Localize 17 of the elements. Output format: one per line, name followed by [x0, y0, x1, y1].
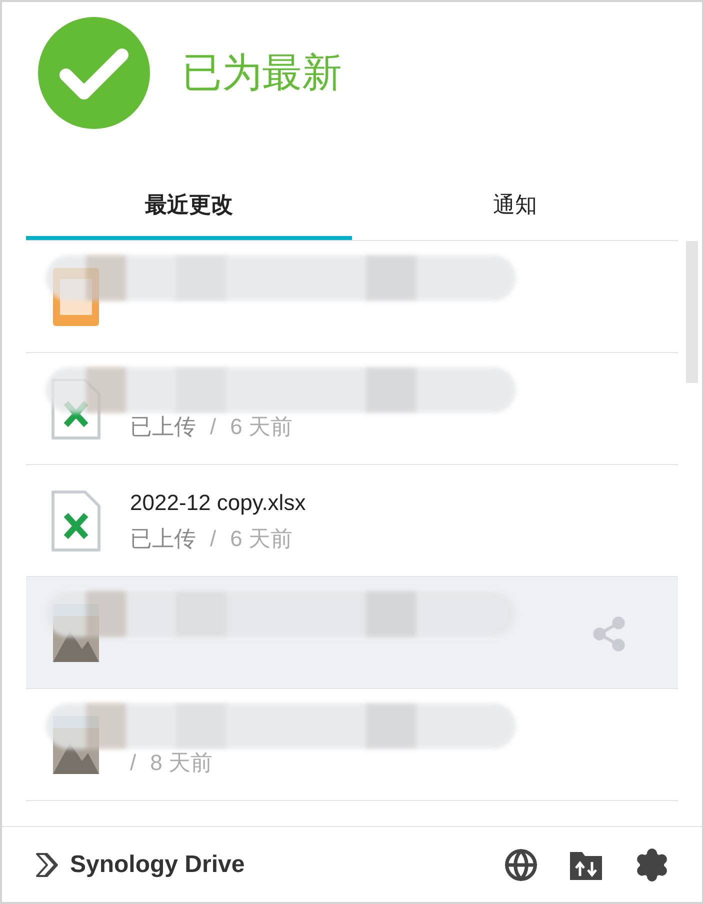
separator: / [210, 412, 216, 440]
file-status: 已上传 [130, 524, 196, 552]
share-icon[interactable] [590, 615, 628, 653]
brand-name: Synology Drive [70, 850, 245, 880]
file-time: 6 天前 [230, 412, 292, 440]
spreadsheet-file-icon [50, 488, 102, 552]
file-name: 2022-12 copy.xlsx [130, 488, 306, 517]
tab[interactable]: 通知 [352, 172, 678, 240]
separator: / [210, 524, 216, 552]
globe-icon[interactable] [504, 848, 538, 882]
file-time: 6 天前 [230, 524, 292, 552]
scrollbar-thumb[interactable] [686, 241, 698, 383]
separator: / [130, 748, 136, 776]
file-row[interactable] [26, 577, 678, 689]
status-title: 已为最新 [182, 50, 342, 97]
file-status: 已上传 [130, 412, 196, 440]
file-time: 8 天前 [150, 748, 212, 776]
